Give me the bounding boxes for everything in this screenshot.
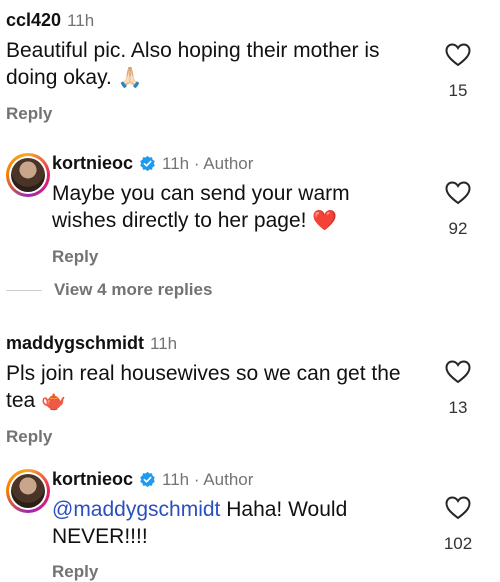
username[interactable]: kortnieoc: [52, 469, 133, 490]
mention-link[interactable]: @maddygschmidt: [52, 498, 220, 521]
comment-4: kortnieoc 11h · Author @maddygschmidt Ha…: [52, 469, 500, 582]
like-button[interactable]: 13: [436, 360, 480, 418]
view-more-replies[interactable]: View 4 more replies: [6, 280, 212, 300]
heart-outline-icon: [445, 496, 471, 520]
view-more-label: View 4 more replies: [54, 280, 213, 299]
comment-header: ccl420 11h: [6, 10, 500, 31]
like-count: 13: [448, 398, 468, 417]
reply-button[interactable]: Reply: [6, 104, 500, 124]
heart-outline-icon: [445, 43, 471, 67]
like-button[interactable]: 15: [436, 43, 480, 101]
comment-header: maddygschmidt 11h: [6, 333, 500, 354]
reply-button[interactable]: Reply: [6, 427, 500, 447]
comment-text: Pls join real housewives so we can get t…: [6, 360, 411, 415]
comment-text: Beautiful pic. Also hoping their mother …: [6, 37, 396, 92]
avatar[interactable]: [6, 469, 50, 513]
comment-1: ccl420 11h Beautiful pic. Also hoping th…: [6, 10, 500, 124]
teapot-emoji: 🫖: [41, 390, 66, 412]
red-heart-emoji: ❤️: [312, 210, 338, 232]
comment-header: kortnieoc 11h · Author: [52, 153, 500, 174]
timestamp: 11h: [67, 10, 95, 30]
like-button[interactable]: 102: [436, 496, 480, 554]
comment-body: Maybe you can send your warm wishes dire…: [52, 182, 350, 232]
comment-body: Beautiful pic. Also hoping their mother …: [6, 39, 380, 89]
avatar-ring-gap: [9, 156, 47, 194]
username[interactable]: maddygschmidt: [6, 333, 144, 354]
divider-line: [6, 289, 42, 291]
avatar[interactable]: [6, 153, 50, 197]
avatar-ring-gap: [9, 472, 47, 510]
verified-badge-icon: [140, 155, 155, 172]
timestamp: 11h: [150, 333, 178, 353]
comment-2: kortnieoc 11h · Author Maybe you can sen…: [52, 153, 500, 267]
timestamp: 11h · Author: [162, 469, 254, 489]
avatar-photo: [11, 158, 45, 192]
heart-outline-icon: [445, 181, 471, 205]
comment-text: @maddygschmidt Haha! Would NEVER!!!!: [52, 496, 362, 550]
verified-badge-icon: [140, 471, 155, 488]
folded-hands-emoji: 🙏🏻: [117, 67, 143, 89]
reply-button[interactable]: Reply: [52, 247, 500, 267]
comment-header: kortnieoc 11h · Author: [52, 469, 500, 490]
username[interactable]: kortnieoc: [52, 153, 133, 174]
like-count: 92: [448, 219, 468, 238]
reply-button[interactable]: Reply: [52, 562, 500, 582]
like-count: 15: [448, 81, 468, 100]
timestamp: 11h · Author: [162, 153, 254, 173]
username[interactable]: ccl420: [6, 10, 61, 31]
like-button[interactable]: 92: [436, 181, 480, 239]
comment-text: Maybe you can send your warm wishes dire…: [52, 180, 412, 235]
comment-3: maddygschmidt 11h Pls join real housewiv…: [6, 333, 500, 447]
heart-outline-icon: [445, 360, 471, 384]
like-count: 102: [443, 534, 473, 553]
avatar-photo: [11, 474, 45, 508]
